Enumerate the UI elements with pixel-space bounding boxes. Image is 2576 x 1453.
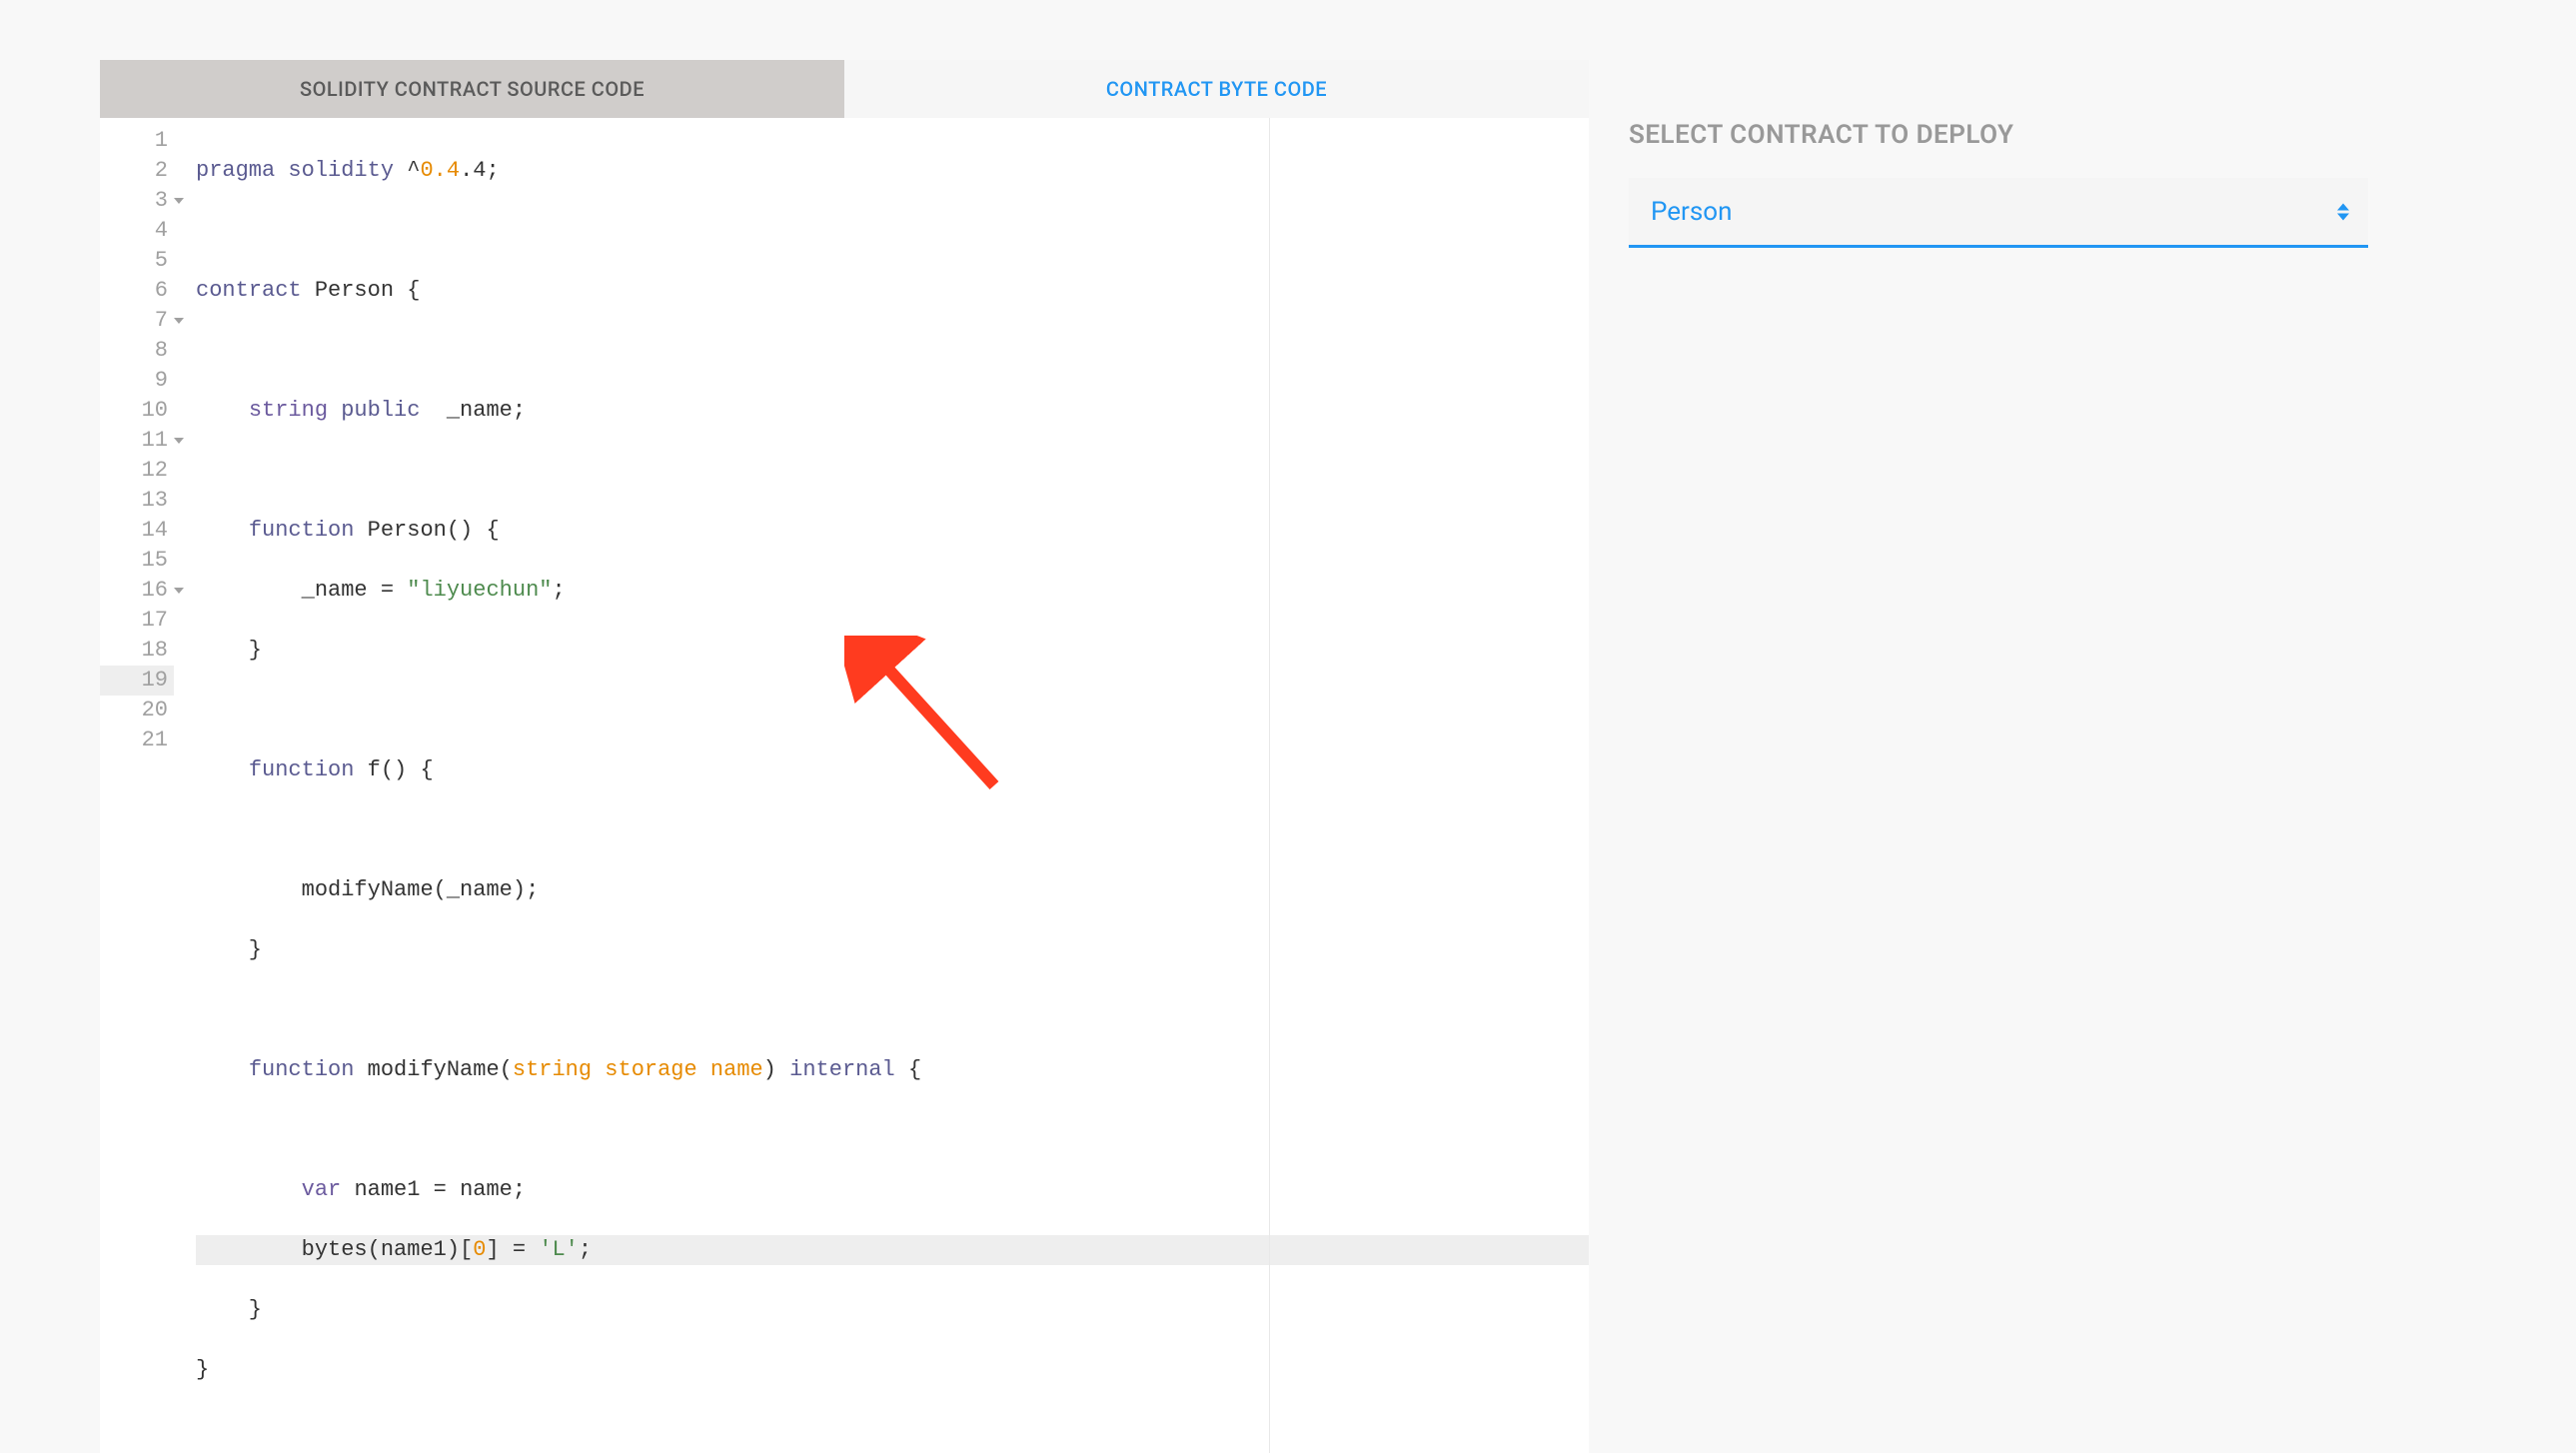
type: string xyxy=(249,398,328,423)
line-number: 13 xyxy=(100,486,174,516)
line-number: 3 xyxy=(100,186,174,216)
number: 0.4 xyxy=(420,158,460,183)
line-number: 17 xyxy=(100,606,174,636)
char: 'L' xyxy=(539,1237,579,1262)
identifier: f xyxy=(368,757,381,782)
identifier: _name xyxy=(447,877,513,902)
line-number: 2 xyxy=(100,156,174,186)
line-number: 19 xyxy=(100,666,174,696)
line-number: 4 xyxy=(100,216,174,246)
string: "liyuechun" xyxy=(407,578,552,603)
param-name: name xyxy=(710,1057,763,1082)
line-number: 12 xyxy=(100,456,174,486)
select-arrows-icon xyxy=(2336,203,2350,220)
text: .4 xyxy=(460,158,486,183)
line-number: 16 xyxy=(100,576,174,606)
identifier: modifyName xyxy=(302,877,434,902)
deploy-section-title: SELECT CONTRACT TO DEPLOY xyxy=(1629,120,2368,150)
keyword: contract xyxy=(196,278,302,303)
identifier: modifyName xyxy=(368,1057,500,1082)
keyword: function xyxy=(249,757,355,782)
param-storage: storage xyxy=(605,1057,696,1082)
line-number: 18 xyxy=(100,636,174,666)
gutter: 123456789101112131415161718192021 xyxy=(100,118,182,1453)
editor-split[interactable] xyxy=(1269,118,1270,1453)
identifier: name xyxy=(460,1177,513,1202)
line-number: 1 xyxy=(100,126,174,156)
line-number: 14 xyxy=(100,516,174,546)
modifier: internal xyxy=(789,1057,895,1082)
contract-select[interactable]: Person xyxy=(1629,178,2368,248)
tab-source-code[interactable]: SOLIDITY CONTRACT SOURCE CODE xyxy=(100,60,844,118)
identifier: name1 xyxy=(381,1237,447,1262)
line-number: 7 xyxy=(100,306,174,336)
code-area[interactable]: pragma solidity ^0.4.4; contract Person … xyxy=(182,118,1589,1453)
code-editor[interactable]: 123456789101112131415161718192021 pragma… xyxy=(100,118,1589,1453)
line-number: 10 xyxy=(100,396,174,426)
tabs: SOLIDITY CONTRACT SOURCE CODE CONTRACT B… xyxy=(100,60,1589,118)
line-number: 15 xyxy=(100,546,174,576)
number: 0 xyxy=(473,1237,486,1262)
identifier: Person xyxy=(368,518,447,543)
line-number: 5 xyxy=(100,246,174,276)
line-number: 6 xyxy=(100,276,174,306)
identifier: _name xyxy=(302,578,368,603)
keyword: pragma xyxy=(196,158,275,183)
identifier: name1 xyxy=(354,1177,420,1202)
line-number: 20 xyxy=(100,696,174,726)
line-number: 21 xyxy=(100,726,174,755)
keyword: solidity xyxy=(288,158,394,183)
contract-select-value: Person xyxy=(1651,197,1732,227)
type: var xyxy=(302,1177,342,1202)
identifier: Person xyxy=(315,278,394,303)
param-type: string xyxy=(513,1057,592,1082)
line-number: 8 xyxy=(100,336,174,366)
keyword: function xyxy=(249,518,355,543)
keyword: function xyxy=(249,1057,355,1082)
modifier: public xyxy=(341,398,420,423)
line-number: 11 xyxy=(100,426,174,456)
line-number: 9 xyxy=(100,366,174,396)
identifier: bytes xyxy=(302,1237,368,1262)
tab-byte-code[interactable]: CONTRACT BYTE CODE xyxy=(844,60,1589,118)
identifier: _name xyxy=(447,398,513,423)
